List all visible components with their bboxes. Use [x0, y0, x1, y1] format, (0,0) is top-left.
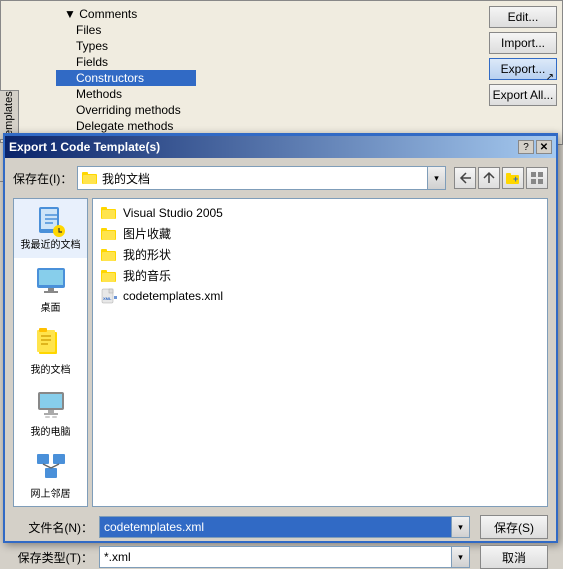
filetype-input-wrap: ▾	[99, 546, 470, 568]
folder-icon	[82, 171, 98, 185]
new-folder-icon: +	[506, 171, 520, 185]
filename-dropdown[interactable]: ▾	[452, 516, 470, 538]
new-folder-button[interactable]: +	[502, 167, 524, 189]
view-toggle-button[interactable]	[526, 167, 548, 189]
tree-item-methods[interactable]: Methods	[56, 86, 196, 102]
bottom-form: 文件名(N)： ▾ 保存(S) 保存类型(T)： ▾	[13, 515, 548, 569]
save-cancel-buttons: 保存(S)	[480, 515, 548, 539]
recent-icon	[35, 205, 67, 237]
save-location-combo[interactable]: 我的文档 ▾	[77, 166, 446, 190]
left-sidebar: 我最近的文档 桌面	[13, 198, 88, 507]
export-all-button[interactable]: Export All...	[489, 84, 557, 106]
file-list: Visual Studio 2005 图片收藏	[92, 198, 548, 507]
tree-item-types[interactable]: Types	[56, 38, 196, 54]
sidebar-item-mydocs[interactable]: 我的文档	[14, 320, 87, 382]
file-item-pictures[interactable]: 图片收藏	[97, 223, 543, 244]
tree-item-overriding[interactable]: Overriding methods	[56, 102, 196, 118]
mydocs-icon	[35, 326, 67, 358]
background-panel: ▼ Comments Files Types Fields Constructo…	[0, 0, 563, 145]
folder-music-icon	[101, 268, 117, 284]
save-button[interactable]: 保存(S)	[480, 515, 548, 539]
folder-vs-icon	[101, 205, 117, 221]
tree-item-files[interactable]: Files	[56, 22, 196, 38]
back-button[interactable]	[454, 167, 476, 189]
tree-item-delegate[interactable]: Delegate methods	[56, 118, 196, 134]
edit-button[interactable]: Edit...	[489, 6, 557, 28]
svg-text:XML: XML	[103, 296, 112, 301]
sidebar-item-desktop[interactable]: 桌面	[14, 258, 87, 320]
tree-item-comments[interactable]: ▼ Comments	[56, 6, 196, 22]
file-item-music[interactable]: 我的音乐	[97, 265, 543, 286]
close-button[interactable]: ✕	[536, 140, 552, 154]
filename-row: 文件名(N)： ▾ 保存(S)	[13, 515, 548, 539]
back-icon	[458, 171, 472, 185]
view-icon	[530, 171, 544, 185]
file-item-shapes[interactable]: 我的形状	[97, 244, 543, 265]
file-item-xml[interactable]: XML codetemplates.xml	[97, 286, 543, 306]
sidebar-item-mycomputer[interactable]: 我的电脑	[14, 382, 87, 444]
tree-panel: ▼ Comments Files Types Fields Constructo…	[56, 6, 196, 134]
dialog-body: 保存在(I)： 我的文档 ▾	[5, 158, 556, 541]
filetype-label: 保存类型(T)：	[13, 549, 93, 566]
title-controls: ? ✕	[518, 140, 552, 154]
dialog-title: Export 1 Code Template(s)	[9, 140, 160, 154]
tree-item-fields[interactable]: Fields	[56, 54, 196, 70]
up-icon	[482, 171, 496, 185]
save-location-label: 保存在(I)：	[13, 170, 73, 187]
filename-input-wrap: ▾	[99, 516, 470, 538]
save-location-row: 保存在(I)： 我的文档 ▾	[13, 166, 548, 190]
help-button[interactable]: ?	[518, 140, 534, 154]
save-location-dropdown-arrow[interactable]: ▾	[427, 167, 445, 189]
export-dialog: Export 1 Code Template(s) ? ✕ 保存在(I)：	[3, 133, 558, 543]
filetype-input[interactable]	[99, 546, 452, 568]
tree-item-constructors[interactable]: Constructors	[56, 70, 196, 86]
toolbar-buttons: +	[454, 167, 548, 189]
file-item-vs2005[interactable]: Visual Studio 2005	[97, 203, 543, 223]
folder-shapes-icon	[101, 247, 117, 263]
dialog-titlebar: Export 1 Code Template(s) ? ✕	[5, 136, 556, 158]
xml-file-icon: XML	[101, 288, 117, 304]
desktop-icon	[35, 264, 67, 296]
filetype-dropdown[interactable]: ▾	[452, 546, 470, 568]
export-button[interactable]: Export... ↗	[489, 58, 557, 80]
import-button[interactable]: Import...	[489, 32, 557, 54]
sidebar-item-recent[interactable]: 我最近的文档	[14, 199, 87, 258]
filename-input[interactable]	[99, 516, 452, 538]
up-button[interactable]	[478, 167, 500, 189]
save-location-value: 我的文档	[78, 167, 427, 189]
folder-pictures-icon	[101, 226, 117, 242]
content-area: 我最近的文档 桌面	[13, 198, 548, 507]
sidebar-item-network[interactable]: 网上邻居	[14, 444, 87, 506]
network-icon	[35, 450, 67, 482]
filename-label: 文件名(N)：	[13, 519, 93, 536]
background-buttons: Edit... Import... Export... ↗ Export All…	[489, 6, 557, 106]
svg-text:+: +	[513, 174, 518, 184]
mycomputer-icon	[35, 388, 67, 420]
